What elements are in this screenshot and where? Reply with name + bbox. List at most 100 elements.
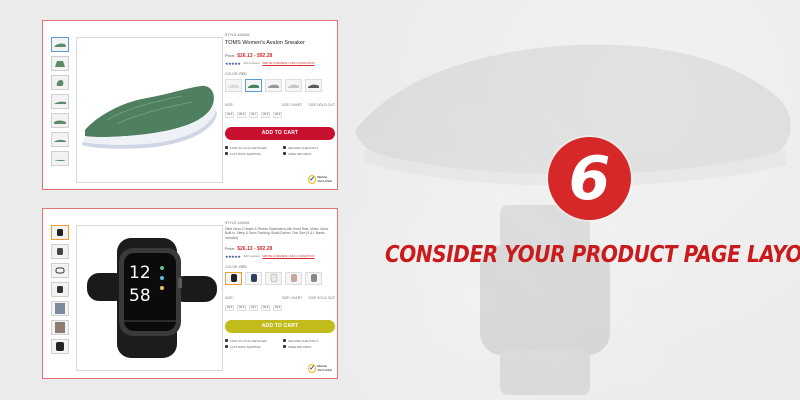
product-title: TOMS Women's Avalon Sneaker	[225, 40, 305, 46]
watch-swatch-icon	[290, 274, 297, 283]
watch-thumb-icon	[57, 286, 63, 293]
size-option[interactable]: US 7	[249, 111, 258, 118]
color-swatch-black[interactable]	[225, 271, 242, 285]
perk-label: FREE RETURNS	[288, 151, 312, 156]
color-label-text: COLOR:	[225, 264, 239, 269]
color-swatch-white[interactable]	[225, 78, 242, 92]
size-option[interactable]: US 9	[273, 304, 282, 311]
color-swatch-grey[interactable]	[265, 78, 282, 92]
size-label: SIZE:	[225, 295, 234, 300]
review-count[interactable]: 320 reviews	[243, 61, 259, 65]
watch-minute: 58	[129, 286, 151, 306]
perk-item: SECURE CHECKOUT	[283, 146, 335, 150]
size-links: SIZE CHART SIZE SOLD OUT	[282, 296, 335, 300]
promo-banner: STYLE #44401 TOMS Women's Avalon Sneaker…	[0, 0, 800, 400]
add-to-cart-button[interactable]: ADD TO CART	[225, 126, 335, 140]
write-review-link[interactable]: WRITE A REVIEW / ASK A QUESTION	[262, 61, 314, 65]
return-icon	[283, 152, 286, 156]
thumbnail-4[interactable]	[51, 282, 69, 297]
product-card-shoe: STYLE #44401 TOMS Women's Avalon Sneaker…	[42, 20, 338, 190]
rating-row: ★★★★★ 320 reviews WRITE A REVIEW / ASK A…	[225, 254, 335, 259]
product-info: STYLE #44401 TOMS Women's Avalon Sneaker…	[225, 33, 335, 156]
review-count[interactable]: 320 reviews	[243, 254, 259, 258]
perk-item: FIND IN LOCAL RETAILER	[225, 339, 277, 343]
color-swatch-light[interactable]	[285, 78, 302, 92]
color-swatches	[225, 78, 335, 92]
perks-list: FIND IN LOCAL RETAILER SECURE CHECKOUT F…	[225, 146, 335, 156]
thumbnail-1[interactable]	[51, 225, 69, 240]
style-number: STYLE #44401	[225, 221, 250, 225]
norton-secured-label: SECURED	[317, 179, 332, 183]
price-row: Price: $26.13 - $92.28	[225, 53, 335, 59]
size-links: SIZE CHART SIZE SOLD OUT	[282, 103, 335, 107]
thumbnail-7[interactable]	[51, 151, 69, 166]
shoe-thumb-icon	[54, 139, 66, 142]
size-sold-out-link[interactable]: SIZE SOLD OUT	[308, 103, 335, 107]
perk-item: SECURE CHECKOUT	[283, 339, 335, 343]
step-number-badge: 6	[548, 137, 631, 220]
thumbnail-2[interactable]	[51, 244, 69, 259]
thumbnail-4[interactable]	[51, 94, 69, 109]
perks-list: FIND IN LOCAL RETAILER SECURE CHECKOUT F…	[225, 339, 335, 349]
add-to-cart-button[interactable]: ADD TO CART	[225, 319, 335, 333]
thumbnail-strip	[51, 37, 69, 170]
thumbnail-2[interactable]	[51, 56, 69, 71]
shoe-swatch-icon	[228, 84, 239, 88]
checkmark-icon: ✓	[308, 363, 317, 373]
shoe-thumb-icon	[56, 79, 64, 86]
perk-label: SECURE CHECKOUT	[288, 338, 319, 343]
thumbnail-strip	[51, 225, 69, 358]
norton-secured-badge: ✓ Norton SECURED	[308, 174, 332, 184]
size-sold-out-link[interactable]: SIZE SOLD OUT	[308, 296, 335, 300]
truck-icon	[225, 345, 228, 349]
color-swatch-grey[interactable]	[305, 271, 322, 285]
price-row: Price: $26.13 - $92.28	[225, 246, 335, 252]
size-option[interactable]: US 8	[261, 111, 270, 118]
truck-icon	[225, 152, 228, 156]
size-row: SIZE: SIZE CHART SIZE SOLD OUT	[225, 103, 335, 107]
thumbnail-7[interactable]	[51, 339, 69, 354]
thumbnail-5[interactable]	[51, 113, 69, 128]
color-swatch-rose[interactable]	[285, 271, 302, 285]
watch-swatch-icon	[250, 274, 257, 283]
norton-text: Norton SECURED	[317, 175, 332, 183]
size-chart-link[interactable]: SIZE CHART	[282, 103, 303, 107]
thumbnail-3[interactable]	[51, 75, 69, 90]
size-option[interactable]: US 6	[237, 304, 246, 311]
thumbnail-6[interactable]	[51, 132, 69, 147]
write-review-link[interactable]: WRITE A REVIEW / ASK A QUESTION	[262, 254, 314, 258]
size-chart-link[interactable]: SIZE CHART	[282, 296, 303, 300]
color-swatch-green[interactable]	[245, 78, 262, 92]
color-swatch-blue[interactable]	[245, 271, 262, 285]
thumbnail-5[interactable]	[51, 301, 69, 316]
price-prefix: Price:	[225, 52, 236, 58]
return-icon	[283, 345, 286, 349]
size-option[interactable]: US 5	[225, 111, 234, 118]
shoe-thumb-icon	[54, 43, 66, 47]
norton-secured-label: SECURED	[317, 368, 332, 372]
watch-thumb-icon	[57, 248, 63, 255]
size-option[interactable]: US 5	[225, 304, 234, 311]
size-option[interactable]: US 7	[249, 304, 258, 311]
checkmark-icon: ✓	[308, 174, 317, 184]
size-option[interactable]: US 8	[261, 304, 270, 311]
size-option[interactable]: US 6	[237, 111, 246, 118]
product-title: Fitbit Versa 2 Health & Fitness Smartwat…	[225, 227, 329, 240]
price-range: $26.13 - $92.28	[237, 52, 273, 59]
price-range: $26.13 - $92.28	[237, 245, 273, 252]
color-swatch-white[interactable]	[265, 271, 282, 285]
color-swatches	[225, 271, 335, 285]
lock-icon	[283, 146, 286, 150]
color-label: COLOR: RED	[225, 265, 335, 269]
thumbnail-1[interactable]	[51, 37, 69, 52]
shoe-thumb-icon	[54, 120, 66, 124]
thumbnail-6[interactable]	[51, 320, 69, 335]
color-swatch-dark[interactable]	[305, 78, 322, 92]
color-label-text: COLOR:	[225, 71, 239, 76]
rating-row: ★★★★★ 320 reviews WRITE A REVIEW / ASK A…	[225, 61, 335, 66]
size-option[interactable]: US 9	[273, 111, 282, 118]
shoe-thumb-icon	[54, 159, 66, 161]
watch-thumb-icon	[55, 267, 65, 274]
product-image	[76, 37, 223, 183]
thumbnail-3[interactable]	[51, 263, 69, 278]
